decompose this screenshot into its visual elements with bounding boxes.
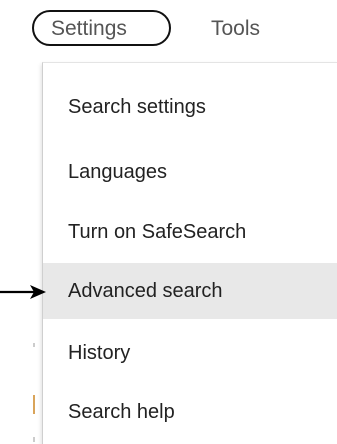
- tab-tools[interactable]: Tools: [211, 18, 260, 39]
- menu-item-label: Languages: [68, 160, 167, 183]
- menu-item-label: Turn on SafeSearch: [68, 220, 247, 243]
- tab-settings[interactable]: Settings: [32, 10, 171, 46]
- menu-item-advanced-search[interactable]: Advanced search: [43, 263, 337, 319]
- menu-item-turn-on-safesearch[interactable]: Turn on SafeSearch: [43, 204, 337, 260]
- menu-item-label: Advanced search: [68, 279, 223, 302]
- menu-item-search-settings[interactable]: Search settings: [43, 79, 337, 135]
- menu-item-history[interactable]: History: [43, 325, 337, 381]
- menu-item-label: Search help: [68, 400, 175, 423]
- menu-item-search-help[interactable]: Search help: [43, 384, 337, 440]
- tab-tools-label: Tools: [211, 17, 261, 40]
- tab-settings-label: Settings: [51, 16, 127, 40]
- top-toolbar: Settings Tools: [0, 0, 337, 70]
- left-edge-marks: [33, 343, 35, 442]
- menu-item-label: Search settings: [68, 95, 206, 118]
- screenshot-stage: Settings Tools Search settings Languages…: [0, 0, 337, 444]
- menu-item-label: History: [68, 341, 131, 364]
- menu-item-languages[interactable]: Languages: [43, 144, 337, 200]
- settings-dropdown-menu: Search settings Languages Turn on SafeSe…: [42, 62, 337, 444]
